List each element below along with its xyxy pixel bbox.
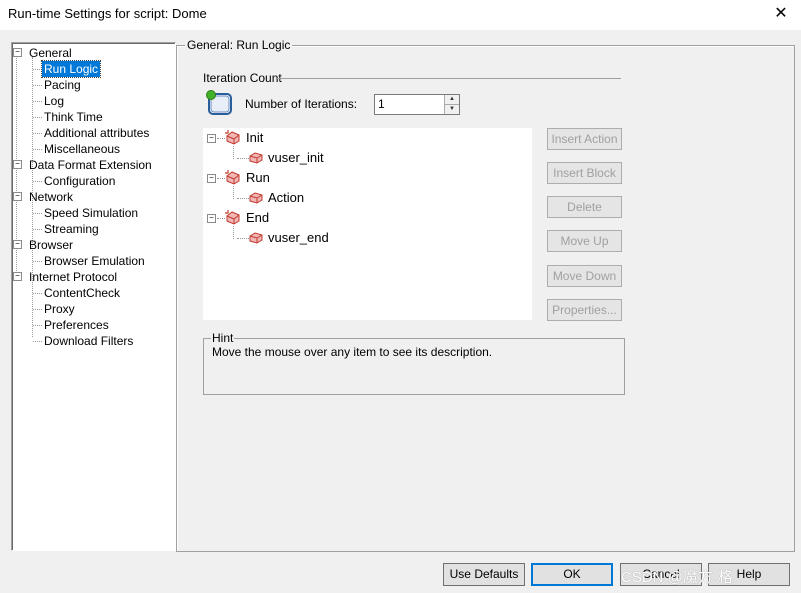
delete-button[interactable]: Delete xyxy=(547,196,622,218)
tree-connector xyxy=(233,186,234,199)
settings-tree[interactable]: − General Run Logic Pacing Log Think Tim… xyxy=(11,42,176,551)
block-icon xyxy=(225,210,240,225)
help-button[interactable]: Help xyxy=(708,563,790,586)
collapse-icon[interactable]: − xyxy=(207,134,216,143)
action-block-label: End xyxy=(246,210,270,225)
tree-connector xyxy=(237,198,249,199)
divider xyxy=(277,78,621,79)
iteration-count-title: Iteration Count xyxy=(203,71,282,85)
tree-connector xyxy=(33,149,42,150)
iterations-value[interactable]: 1 xyxy=(378,97,385,111)
collapse-icon[interactable]: − xyxy=(13,240,22,249)
tree-label: Data Format Extension xyxy=(29,158,152,172)
properties-button[interactable]: Properties... xyxy=(547,299,622,321)
tree-label: Additional attributes xyxy=(44,126,150,140)
tree-connector xyxy=(33,293,42,294)
tree-label: Download Filters xyxy=(44,334,134,348)
tree-label: Streaming xyxy=(44,222,99,236)
iterations-stepper[interactable]: 1 ▲ ▼ xyxy=(374,94,460,115)
tree-connector xyxy=(233,226,234,239)
tree-connector xyxy=(33,133,42,134)
hint-text: Move the mouse over any item to see its … xyxy=(212,345,493,359)
tree-connector xyxy=(33,69,42,70)
tree-label: Browser xyxy=(29,238,74,252)
tree-connector xyxy=(237,158,249,159)
tree-label: Network xyxy=(29,190,74,204)
iterations-label: Number of Iterations: xyxy=(245,97,358,111)
tree-connector xyxy=(33,85,42,86)
close-icon: ✕ xyxy=(774,5,788,22)
insert-block-button[interactable]: Insert Block xyxy=(547,162,622,184)
action-block-label: Init xyxy=(246,130,264,145)
insert-action-button[interactable]: Insert Action xyxy=(547,128,622,150)
tree-connector xyxy=(217,178,225,179)
iterations-icon xyxy=(206,90,232,115)
tree-connector xyxy=(237,238,249,239)
tree-label: Browser Emulation xyxy=(44,254,145,268)
tree-label: Think Time xyxy=(44,110,103,124)
tree-connector xyxy=(233,146,234,159)
window-title: Run-time Settings for script: Dome xyxy=(8,6,207,21)
tree-label: Proxy xyxy=(44,302,75,316)
stepper-down-icon[interactable]: ▼ xyxy=(445,105,459,114)
collapse-icon[interactable]: − xyxy=(207,214,216,223)
tree-label: General xyxy=(29,46,72,60)
tree-label: Configuration xyxy=(44,174,116,188)
block-icon xyxy=(225,130,240,145)
tree-connector xyxy=(33,181,42,182)
action-block-label: Run xyxy=(246,170,270,185)
tree-label: Miscellaneous xyxy=(44,142,121,156)
cancel-button[interactable]: Cancel xyxy=(620,563,702,586)
tree-label: Pacing xyxy=(44,78,81,92)
tree-connector xyxy=(33,261,42,262)
collapse-icon[interactable]: − xyxy=(207,174,216,183)
tree-connector xyxy=(217,218,225,219)
action-label: vuser_end xyxy=(268,230,329,245)
tree-connector xyxy=(33,229,42,230)
tree-label: Run Logic xyxy=(40,60,102,78)
collapse-icon[interactable]: − xyxy=(13,192,22,201)
tree-connector xyxy=(33,101,42,102)
tree-connector xyxy=(33,117,42,118)
hint-title: Hint xyxy=(211,331,235,345)
use-defaults-button[interactable]: Use Defaults xyxy=(443,563,525,586)
tree-connector xyxy=(33,341,42,342)
action-label: Action xyxy=(268,190,305,205)
action-label: vuser_init xyxy=(268,150,324,165)
stepper-buttons: ▲ ▼ xyxy=(444,95,459,114)
tree-label: Internet Protocol xyxy=(29,270,118,284)
collapse-icon[interactable]: − xyxy=(13,160,22,169)
action-icon xyxy=(249,152,263,164)
tree-label: Preferences xyxy=(44,318,109,332)
ok-button[interactable]: OK xyxy=(531,563,613,586)
close-button[interactable]: ✕ xyxy=(761,0,801,30)
tree-label: ContentCheck xyxy=(44,286,121,300)
move-up-button[interactable]: Move Up xyxy=(547,230,622,252)
move-down-button[interactable]: Move Down xyxy=(547,265,622,287)
block-icon xyxy=(225,170,240,185)
tree-connector xyxy=(33,309,42,310)
tree-connector xyxy=(33,325,42,326)
tree-connector xyxy=(33,213,42,214)
title-bar: Run-time Settings for script: Dome ✕ xyxy=(0,0,801,30)
stepper-up-icon[interactable]: ▲ xyxy=(445,95,459,105)
tree-label: Log xyxy=(44,94,65,108)
tree-label: Speed Simulation xyxy=(44,206,139,220)
group-title: General: Run Logic xyxy=(185,38,293,52)
collapse-icon[interactable]: − xyxy=(13,272,22,281)
action-icon xyxy=(249,192,263,204)
action-icon xyxy=(249,232,263,244)
tree-connector xyxy=(217,138,225,139)
action-tree[interactable]: − Init vuser_init − Run Action − End vus… xyxy=(203,128,532,320)
collapse-icon[interactable]: − xyxy=(13,48,22,57)
